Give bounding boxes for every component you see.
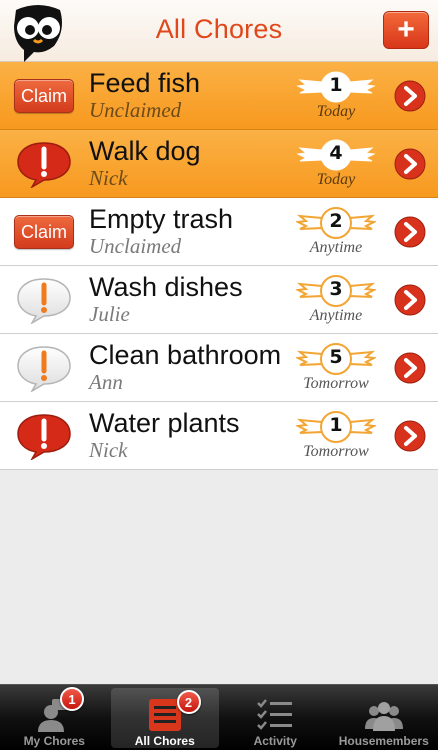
chore-assignee: Julie xyxy=(89,302,130,326)
chore-name: Empty trash xyxy=(89,204,234,234)
due-label: Today xyxy=(316,171,356,188)
chore-name: Clean bathroom xyxy=(89,340,282,370)
tab-badge: 2 xyxy=(176,690,201,714)
due-label: Anytime xyxy=(309,239,363,256)
group-icon xyxy=(364,702,403,731)
chevron-right-icon[interactable] xyxy=(394,420,426,452)
tab-bar: 1 My Chores 2 All Chores Activity Housem… xyxy=(0,684,438,750)
status-cell xyxy=(14,266,74,334)
tab-all-chores[interactable]: 2 All Chores xyxy=(110,688,219,748)
status-cell: Claim xyxy=(14,198,74,266)
claim-button[interactable]: Claim xyxy=(14,79,74,113)
page-title: All Chores xyxy=(155,14,283,44)
chore-name: Wash dishes xyxy=(89,272,243,302)
points-badge: 3 xyxy=(294,272,378,312)
status-cell xyxy=(14,402,74,470)
chore-assignee: Unclaimed xyxy=(89,98,182,122)
chore-list: Claim Feed fish Unclaimed 1 Today Walk d… xyxy=(0,62,438,470)
chore-row[interactable]: Clean bathroom Ann 5 Tomorrow xyxy=(0,334,438,402)
tab-label: Activity xyxy=(253,734,297,748)
chore-row[interactable]: Claim Feed fish Unclaimed 1 Today xyxy=(0,62,438,130)
claim-button[interactable]: Claim xyxy=(14,215,74,249)
status-cell: Claim xyxy=(14,62,74,130)
chore-row[interactable]: Wash dishes Julie 3 Anytime xyxy=(0,266,438,334)
chevron-right-icon[interactable] xyxy=(394,80,426,112)
points-badge: 2 xyxy=(294,204,378,244)
points-value: 4 xyxy=(329,142,343,164)
points-badge: 1 xyxy=(296,68,376,108)
due-label: Today xyxy=(316,103,356,120)
nav-header: All Chores + xyxy=(0,0,438,62)
points-badge: 5 xyxy=(294,340,378,380)
alert-bubble-icon xyxy=(17,346,71,392)
due-label: Tomorrow xyxy=(303,443,369,460)
chevron-right-icon[interactable] xyxy=(394,148,426,180)
points-value: 2 xyxy=(329,210,343,232)
chore-row[interactable]: Walk dog Nick 4 Today xyxy=(0,130,438,198)
chore-row[interactable]: Claim Empty trash Unclaimed 2 Anytime xyxy=(0,198,438,266)
chore-row[interactable]: Water plants Nick 1 Tomorrow xyxy=(0,402,438,470)
chevron-right-icon[interactable] xyxy=(394,352,426,384)
tab-activity[interactable]: Activity xyxy=(221,685,330,750)
points-value: 1 xyxy=(329,414,343,436)
tab-label: All Chores xyxy=(134,734,195,748)
alert-bubble-icon xyxy=(17,414,71,460)
chevron-right-icon[interactable] xyxy=(394,284,426,316)
chore-name: Feed fish xyxy=(89,68,201,98)
status-cell xyxy=(14,130,74,198)
tab-my-chores[interactable]: 1 My Chores xyxy=(0,685,109,750)
points-badge: 4 xyxy=(296,136,376,176)
due-label: Anytime xyxy=(309,307,363,324)
points-badge: 1 xyxy=(294,408,378,448)
alert-bubble-icon xyxy=(17,142,71,188)
chore-name: Walk dog xyxy=(89,136,201,166)
add-chore-button[interactable]: + xyxy=(383,11,429,49)
chore-assignee: Nick xyxy=(89,166,128,190)
tab-badge: 1 xyxy=(60,687,84,711)
chevron-right-icon[interactable] xyxy=(394,216,426,248)
points-value: 5 xyxy=(329,346,343,368)
chore-name: Water plants xyxy=(89,408,240,438)
chore-assignee: Nick xyxy=(89,438,128,462)
chore-assignee: Ann xyxy=(89,370,123,394)
alert-bubble-icon xyxy=(17,278,71,324)
tab-label: My Chores xyxy=(23,734,85,748)
chore-assignee: Unclaimed xyxy=(89,234,182,258)
status-cell xyxy=(14,334,74,402)
due-label: Tomorrow xyxy=(303,375,369,392)
checklist-icon xyxy=(257,699,293,730)
points-value: 3 xyxy=(329,278,343,300)
tab-label: Housemembers xyxy=(338,734,429,748)
points-value: 1 xyxy=(329,74,343,96)
tab-housemembers[interactable]: Housemembers xyxy=(330,685,438,750)
